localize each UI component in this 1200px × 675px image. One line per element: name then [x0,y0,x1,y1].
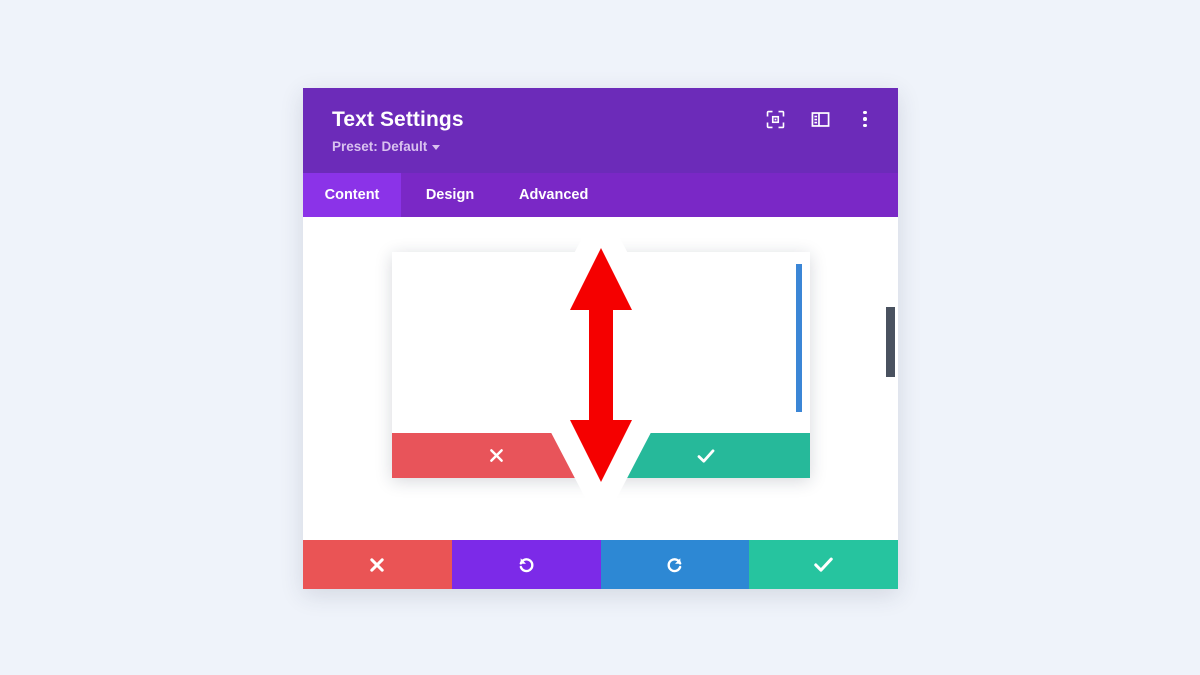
close-x-icon [490,449,503,462]
header-icon-group [764,108,876,130]
panel-scrollbar-thumb[interactable] [886,307,895,377]
panel-body [303,217,898,540]
cancel-button[interactable] [303,540,452,589]
layout-panel-icon[interactable] [809,108,831,130]
preset-label: Preset: Default [332,139,428,154]
panel-header: Text Settings Preset: Default [303,88,898,173]
redo-button[interactable] [600,540,750,589]
close-x-icon [370,557,385,572]
panel-action-bar [303,540,898,589]
check-icon [697,448,714,463]
popup-action-bar [392,433,810,478]
three-dots [863,110,867,128]
focus-target-icon[interactable] [764,108,786,130]
tab-content[interactable]: Content [303,173,401,217]
save-button[interactable] [749,540,898,589]
popup-confirm-button[interactable] [601,433,810,478]
panel-scrollbar-track[interactable] [886,217,895,540]
preset-selector[interactable]: Preset: Default [332,138,441,155]
more-vertical-icon[interactable] [854,108,876,130]
undo-button[interactable] [451,540,601,589]
tab-design[interactable]: Design [401,173,499,217]
undo-icon [519,557,534,572]
chevron-down-icon [432,145,441,150]
redo-icon [667,557,682,572]
check-icon [814,557,833,572]
tab-advanced[interactable]: Advanced [499,173,608,217]
text-settings-panel: Text Settings Preset: Default Content De… [303,88,898,589]
popup-content-area[interactable] [392,252,810,433]
popup-scrollbar-thumb[interactable] [796,264,802,412]
tab-bar: Content Design Advanced [303,173,898,217]
inline-editor-popup [392,252,810,478]
popup-cancel-button[interactable] [392,433,601,478]
